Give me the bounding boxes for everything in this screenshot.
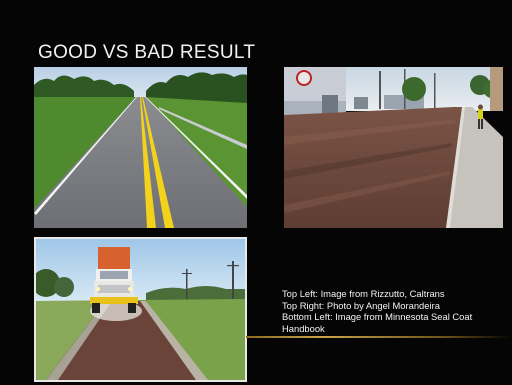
slide: GOOD VS BAD RESULT Top Left: Image from … (0, 0, 512, 385)
accent-line (246, 336, 512, 338)
credit-top-right: Top Right: Photo by Angel Morandeira (282, 299, 440, 311)
slide-title: GOOD VS BAD RESULT (38, 42, 256, 63)
bad-road-photo (284, 67, 503, 228)
good-road-photo (34, 67, 247, 228)
credit-bottom-left: Bottom Left: Image from Minnesota Seal C… (282, 311, 473, 334)
image-credits: Top Left: Image from Rizzutto, Caltrans … (282, 288, 508, 334)
credit-top-left: Top Left: Image from Rizzutto, Caltrans (282, 288, 445, 299)
seal-coat-truck-photo (34, 237, 247, 382)
